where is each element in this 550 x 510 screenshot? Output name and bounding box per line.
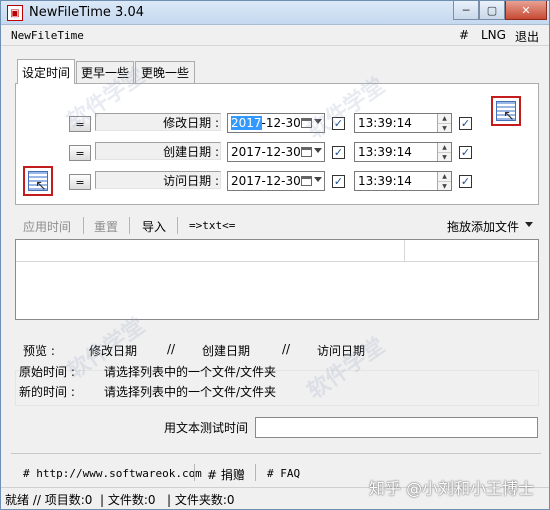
menu-exit[interactable]: 退出 xyxy=(515,28,539,45)
test-time-input[interactable] xyxy=(255,417,538,438)
tab-earlier[interactable]: 更早一些 xyxy=(76,61,134,83)
modified-time-checkbox[interactable]: ✓ xyxy=(459,117,472,130)
apply-time-button[interactable]: 应用时间 xyxy=(23,218,71,235)
modified-equal-button[interactable]: = xyxy=(69,116,91,132)
zhihu-watermark: 知乎 @小刘和小王博士 xyxy=(369,479,535,498)
chevron-down-icon xyxy=(314,177,322,182)
spin-down-icon[interactable]: ▼ xyxy=(438,123,451,132)
app-logo-icon-right[interactable]: ↖ xyxy=(491,96,521,126)
footer-divider xyxy=(11,453,541,454)
spin-down-icon[interactable]: ▼ xyxy=(438,181,451,190)
window-title: NewFileTime 3.04 xyxy=(29,5,145,20)
toolbar-separator xyxy=(83,217,84,234)
preview-sep-2: // xyxy=(282,342,291,356)
toolbar-separator xyxy=(129,217,130,234)
accessed-equal-button[interactable]: = xyxy=(69,174,91,190)
accessed-date-checkbox[interactable]: ✓ xyxy=(332,175,345,188)
modified-date-label: 修改日期 : xyxy=(163,116,219,130)
menu-bar: NewFileTime # LNG 退出 xyxy=(1,26,549,46)
calendar-icon xyxy=(301,176,312,186)
chevron-down-icon[interactable] xyxy=(525,222,533,227)
modified-date-picker[interactable]: 2017-12-30 xyxy=(227,113,325,133)
accessed-date-text: 2017-12-30 xyxy=(231,174,301,188)
accessed-date-label: 访问日期 : xyxy=(163,174,219,188)
app-window: ▣ NewFileTime 3.04 ─ ▢ ✕ NewFileTime # L… xyxy=(0,0,550,510)
reset-button[interactable]: 重置 xyxy=(94,218,118,235)
minimize-button[interactable]: ─ xyxy=(453,1,479,20)
modified-date-year: 2017 xyxy=(231,116,262,130)
spin-up-icon[interactable]: ▲ xyxy=(438,172,451,181)
maximize-button[interactable]: ▢ xyxy=(479,1,505,20)
created-time-value: 13:39:14 xyxy=(358,145,412,159)
tab-set-time[interactable]: 设定时间 xyxy=(17,59,75,84)
status-text: 就绪 // 项目数:0 | 文件数:0 | 文件夹数:0 xyxy=(5,493,235,507)
preview-accessed: 访问日期 xyxy=(317,344,366,358)
new-time-label: 新的时间 : xyxy=(19,385,75,399)
title-bar: ▣ NewFileTime 3.04 ─ ▢ ✕ xyxy=(1,1,549,25)
modified-time-spinner[interactable]: ▲ ▼ xyxy=(437,114,451,132)
accessed-date-picker[interactable]: 2017-12-30 xyxy=(227,171,325,191)
preview-label: 预览 : xyxy=(23,344,55,358)
accessed-time-input[interactable]: 13:39:14 ▲ ▼ xyxy=(354,171,452,191)
faq-link[interactable]: # FAQ xyxy=(267,467,300,480)
spin-up-icon[interactable]: ▲ xyxy=(438,143,451,152)
test-time-label: 用文本测试时间 xyxy=(164,421,249,435)
footer-separator xyxy=(255,464,256,481)
preview-sep-1: // xyxy=(167,342,176,356)
preview-group xyxy=(15,370,539,406)
spin-down-icon[interactable]: ▼ xyxy=(438,152,451,161)
footer-separator xyxy=(194,464,195,481)
export-txt-button[interactable]: =>txt<= xyxy=(189,219,235,232)
close-button[interactable]: ✕ xyxy=(505,1,547,20)
preview-created: 创建日期 xyxy=(202,344,251,358)
created-time-checkbox[interactable]: ✓ xyxy=(459,146,472,159)
calendar-icon xyxy=(301,118,312,128)
spin-up-icon[interactable]: ▲ xyxy=(438,114,451,123)
toolbar-separator xyxy=(177,217,178,234)
accessed-time-spinner[interactable]: ▲ ▼ xyxy=(437,172,451,190)
original-time-label: 原始时间 : xyxy=(19,365,75,379)
donate-link[interactable]: # 捐赠 xyxy=(207,466,245,483)
new-time-value: 请选择列表中的一个文件/文件夹 xyxy=(104,385,277,399)
chevron-down-icon xyxy=(314,119,322,124)
file-list-header xyxy=(16,240,538,262)
created-equal-button[interactable]: = xyxy=(69,145,91,161)
created-time-input[interactable]: 13:39:14 ▲ ▼ xyxy=(354,142,452,162)
created-date-text: 2017-12-30 xyxy=(231,145,301,159)
accessed-time-checkbox[interactable]: ✓ xyxy=(459,175,472,188)
website-link[interactable]: # http://www.softwareok.com xyxy=(23,467,202,480)
modified-time-value: 13:39:14 xyxy=(358,116,412,130)
chevron-down-icon xyxy=(314,148,322,153)
app-name-label: NewFileTime xyxy=(11,29,84,42)
drag-add-files-button[interactable]: 拖放添加文件 xyxy=(447,218,519,235)
menu-language[interactable]: LNG xyxy=(481,28,506,42)
preview-modified: 修改日期 xyxy=(89,344,138,358)
file-list[interactable] xyxy=(15,239,539,320)
app-icon: ▣ xyxy=(7,5,23,21)
created-date-label: 创建日期 : xyxy=(163,145,219,159)
menu-hash[interactable]: # xyxy=(459,28,469,42)
created-date-checkbox[interactable]: ✓ xyxy=(332,146,345,159)
modified-time-input[interactable]: 13:39:14 ▲ ▼ xyxy=(354,113,452,133)
modified-date-checkbox[interactable]: ✓ xyxy=(332,117,345,130)
modified-date-rest: -12-30 xyxy=(261,116,301,130)
created-date-picker[interactable]: 2017-12-30 xyxy=(227,142,325,162)
app-logo-icon-left[interactable]: ↖ xyxy=(23,166,53,196)
accessed-time-value: 13:39:14 xyxy=(358,174,412,188)
created-time-spinner[interactable]: ▲ ▼ xyxy=(437,143,451,161)
column-divider[interactable] xyxy=(404,240,405,262)
calendar-icon xyxy=(301,147,312,157)
tab-later[interactable]: 更晚一些 xyxy=(135,61,195,83)
import-button[interactable]: 导入 xyxy=(142,218,166,235)
original-time-value: 请选择列表中的一个文件/文件夹 xyxy=(104,365,277,379)
